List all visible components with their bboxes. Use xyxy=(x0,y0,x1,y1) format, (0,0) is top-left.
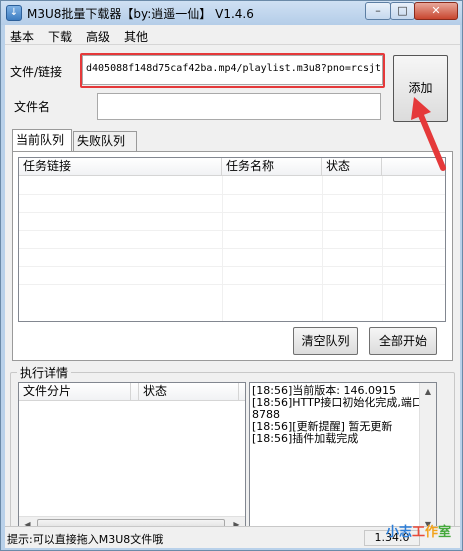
watermark-char: 室 xyxy=(438,525,452,540)
watermark-char: 小 xyxy=(386,525,400,540)
watermark-char: 志 xyxy=(399,525,413,540)
watermark-char: 工 xyxy=(412,525,426,540)
red-arrow-icon xyxy=(411,97,446,171)
watermark-char: 作 xyxy=(425,525,439,540)
watermark: 小志工作室 xyxy=(386,521,451,540)
